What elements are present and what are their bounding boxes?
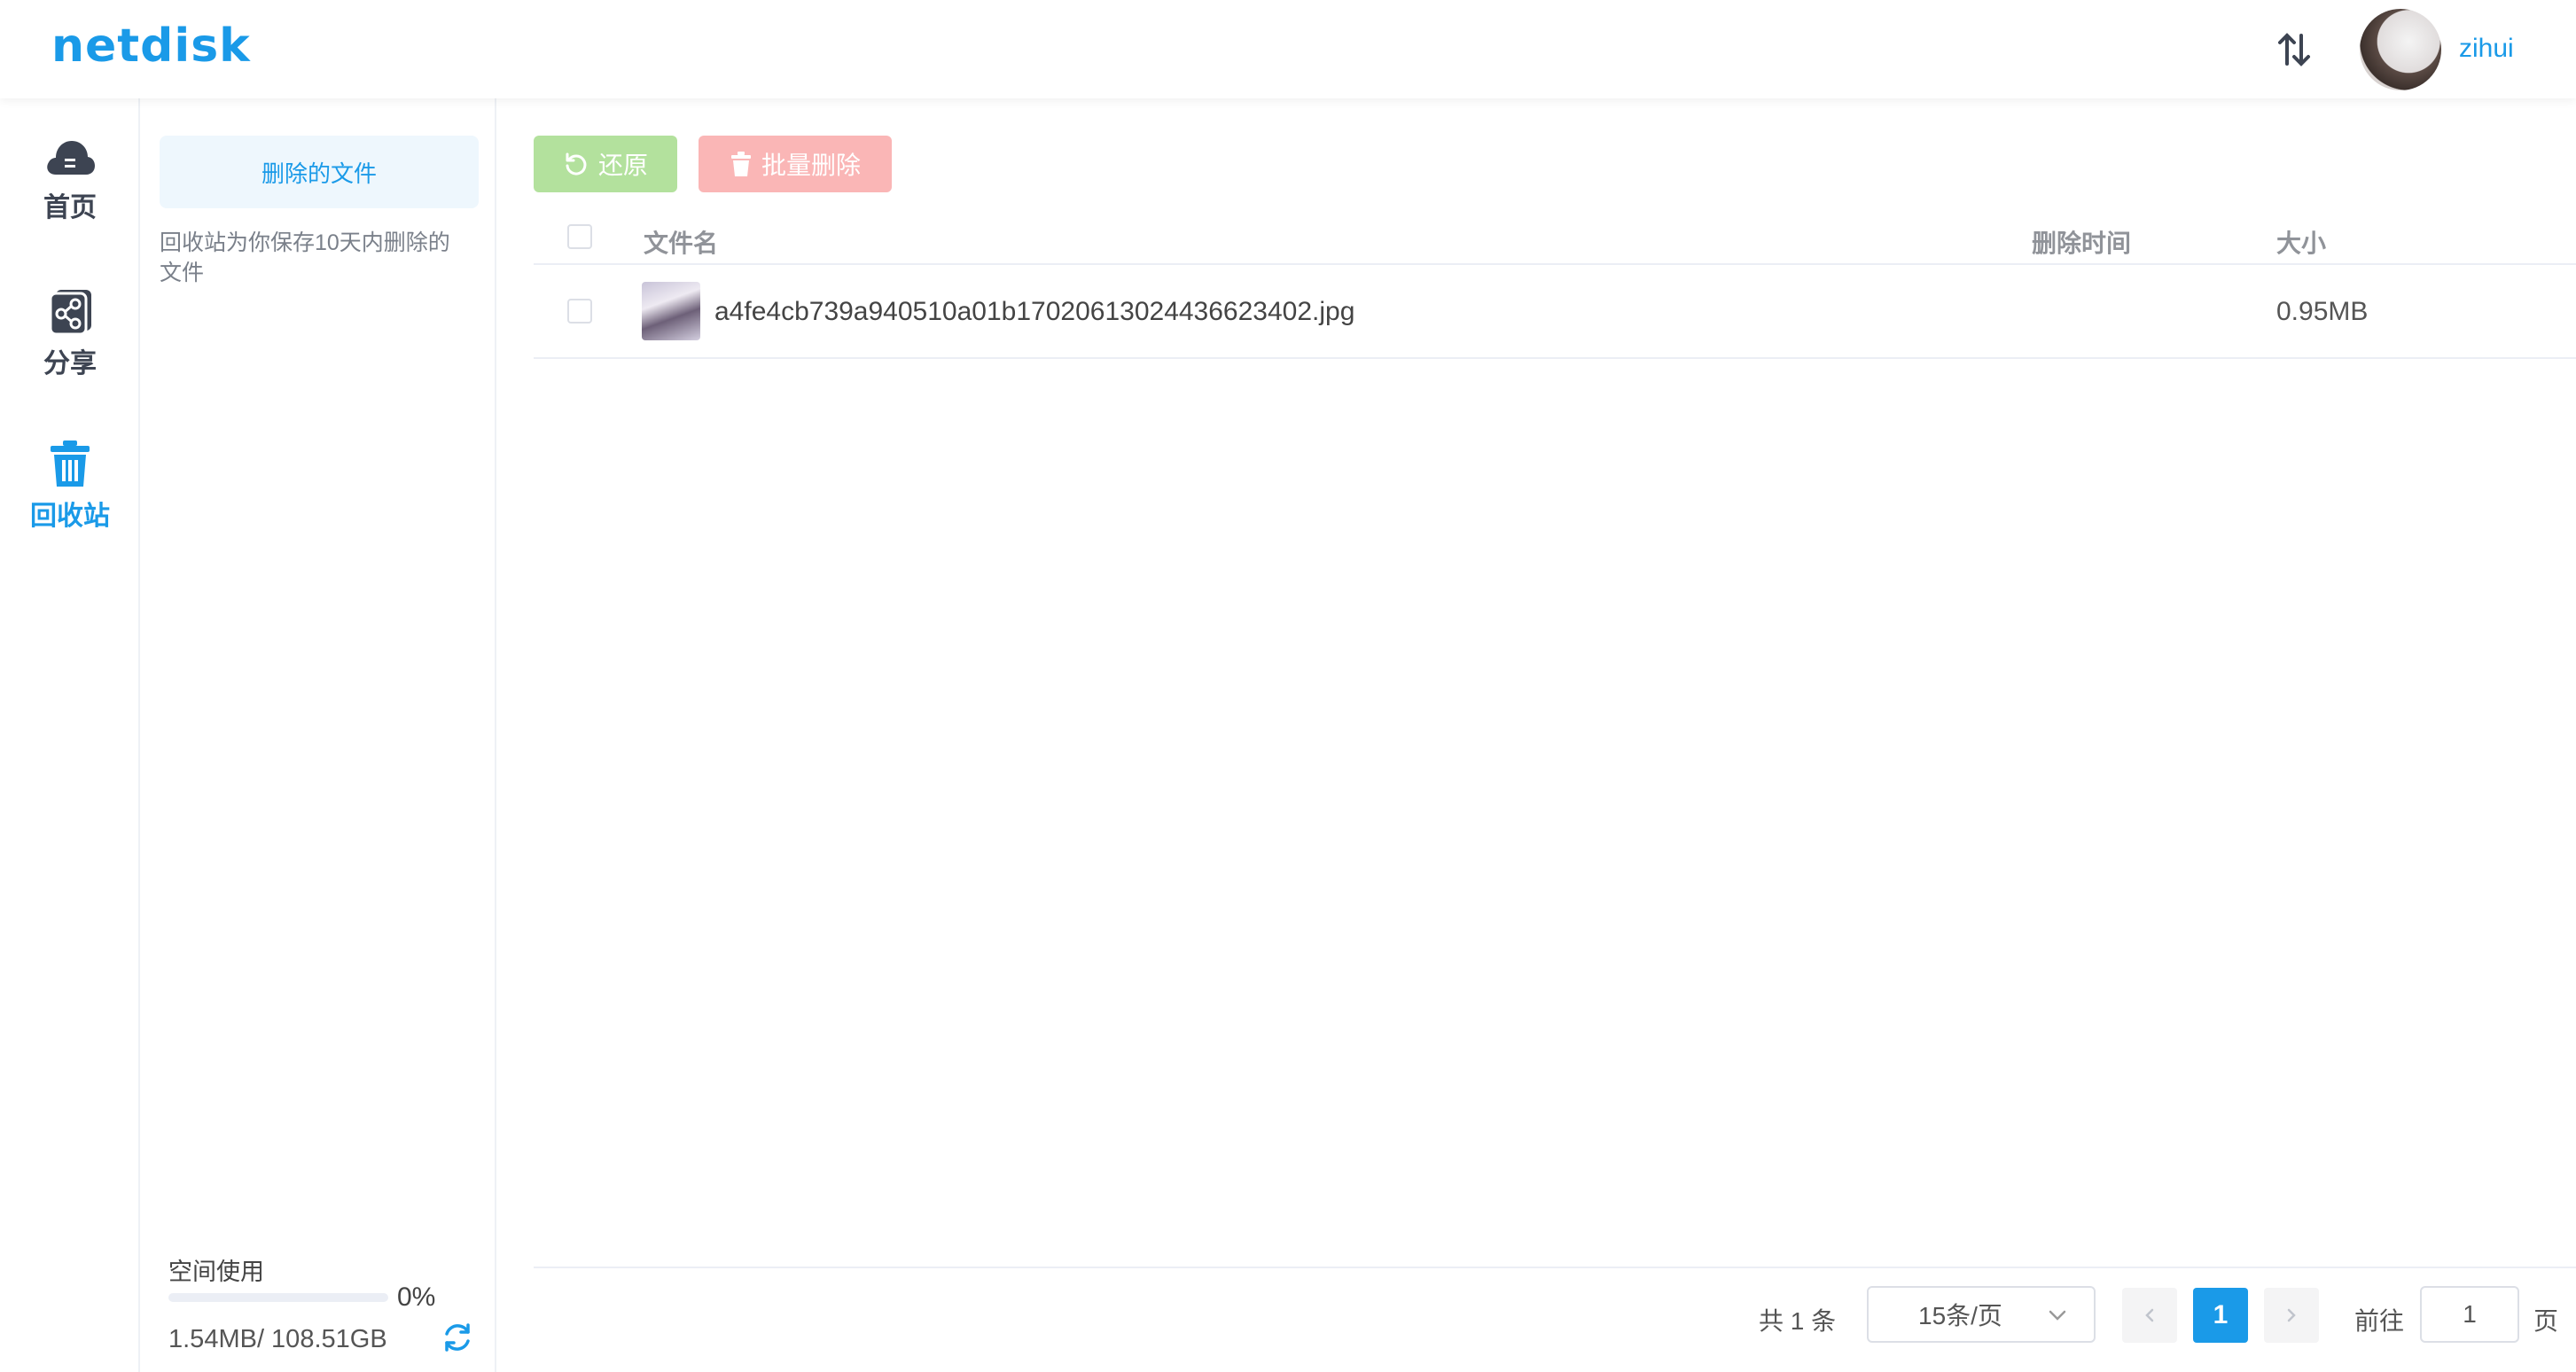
sort-arrows-icon[interactable]: [2273, 30, 2315, 69]
file-thumbnail: [642, 282, 700, 340]
undo-icon: [566, 152, 587, 175]
table-row[interactable]: a4fe4cb739a940510a01b1702061302443662340…: [534, 265, 2576, 359]
nav-label-home: 首页: [43, 193, 97, 222]
nav-label-share: 分享: [43, 349, 97, 378]
share-icon: [49, 290, 91, 336]
page-size-select[interactable]: 15条/页: [1867, 1286, 2096, 1343]
pagination-divider: [534, 1267, 2576, 1268]
trash-icon: [51, 440, 90, 487]
prev-page-button[interactable]: [2122, 1288, 2177, 1343]
chevron-down-icon: [2049, 1310, 2066, 1321]
space-usage-percent: 0%: [397, 1282, 436, 1312]
restore-label: 还原: [597, 152, 648, 179]
space-usage-bar: [168, 1293, 388, 1302]
cloud-icon: [47, 141, 95, 175]
nav-item-recycle-bin[interactable]: 回收站: [0, 439, 140, 533]
page-button-current[interactable]: 1: [2193, 1288, 2248, 1343]
file-size: 0.95MB: [2276, 297, 2369, 326]
main-content: 还原 批量删除 文件名 删除时间 大小 a4fe4cb739a940510a01…: [498, 98, 2576, 1372]
goto-page-input[interactable]: [2420, 1286, 2519, 1343]
header-deleted-time[interactable]: 删除时间: [2032, 224, 2131, 260]
row-checkbox[interactable]: [567, 299, 592, 324]
refresh-icon[interactable]: [440, 1320, 475, 1355]
batch-delete-label: 批量删除: [761, 152, 861, 179]
main-nav: 首页 分享 回收站: [0, 98, 140, 1372]
sub-sidebar: 删除的文件 回收站为你保存10天内删除的文件 空间使用 0% 1.54MB/ 1…: [142, 98, 496, 1372]
app-logo[interactable]: netdisk: [51, 19, 251, 73]
space-usage-amount: 1.54MB/ 108.51GB: [168, 1325, 387, 1353]
batch-delete-button[interactable]: 批量删除: [699, 136, 892, 192]
page-suffix: 页: [2533, 1307, 2559, 1335]
header-file-name[interactable]: 文件名: [644, 224, 718, 260]
username[interactable]: zihui: [2459, 34, 2514, 64]
trash-icon: [730, 152, 751, 176]
nav-item-share[interactable]: 分享: [0, 286, 140, 380]
header-size[interactable]: 大小: [2276, 224, 2326, 260]
top-bar: netdisk zihui: [0, 0, 2576, 98]
file-table: 文件名 删除时间 大小 a4fe4cb739a940510a01b1702061…: [534, 214, 2576, 359]
pagination: 共 1 条 15条/页 1 前往 页: [498, 1286, 2576, 1348]
goto-label: 前往: [2354, 1307, 2405, 1335]
next-page-button[interactable]: [2264, 1288, 2319, 1343]
nav-item-home[interactable]: 首页: [0, 136, 140, 224]
file-name[interactable]: a4fe4cb739a940510a01b1702061302443662340…: [714, 297, 1354, 327]
space-usage-title: 空间使用: [168, 1259, 264, 1285]
total-count: 共 1 条: [1759, 1307, 1837, 1335]
restore-button[interactable]: 还原: [534, 136, 677, 192]
select-all-checkbox[interactable]: [567, 224, 592, 249]
nav-label-recycle-bin: 回收站: [30, 502, 110, 531]
avatar[interactable]: [2360, 9, 2441, 90]
table-header: 文件名 删除时间 大小: [534, 214, 2576, 265]
recycle-note: 回收站为你保存10天内删除的文件: [160, 230, 450, 285]
tab-deleted-files[interactable]: 删除的文件: [160, 136, 479, 208]
chevron-right-icon: [2287, 1308, 2296, 1322]
page-size-value: 15条/页: [1918, 1302, 2002, 1329]
chevron-left-icon: [2145, 1308, 2154, 1322]
